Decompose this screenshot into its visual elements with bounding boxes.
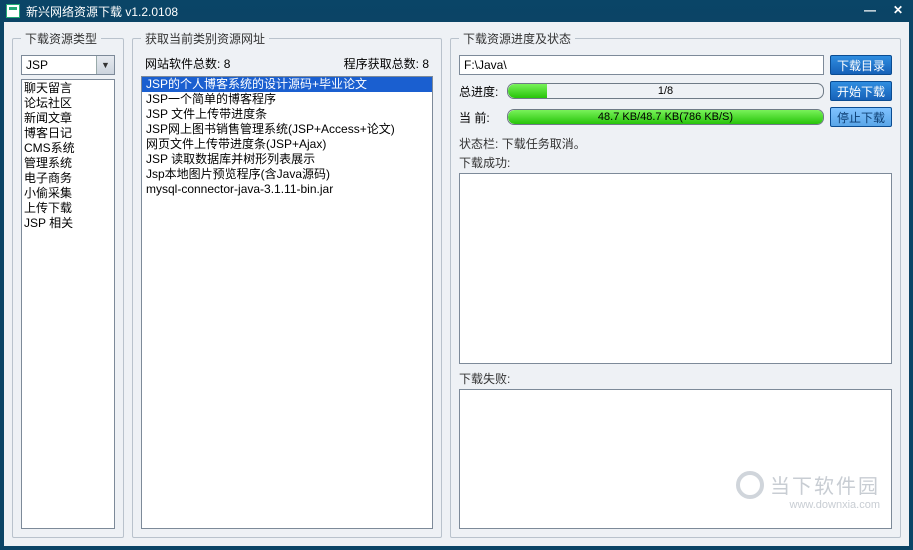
type-select[interactable]: JSP ▼ — [21, 55, 115, 75]
fail-label: 下载失败: — [459, 370, 892, 387]
panel-progress-legend: 下载资源进度及状态 — [459, 30, 575, 47]
total-progress-text: 1/8 — [508, 84, 823, 98]
success-label: 下载成功: — [459, 154, 892, 171]
resource-item[interactable]: JSP一个简单的博客程序 — [142, 92, 432, 107]
list-item[interactable]: 上传下载 — [24, 201, 112, 216]
list-item[interactable]: 新闻文章 — [24, 111, 112, 126]
titlebar: 新兴网络资源下载 v1.2.0108 — ✕ — [0, 0, 913, 22]
list-item[interactable]: 小偷采集 — [24, 186, 112, 201]
browse-button[interactable]: 下载目录 — [830, 55, 892, 75]
path-input[interactable]: F:\Java\ — [459, 55, 824, 75]
resource-item[interactable]: JSP 读取数据库并树形列表展示 — [142, 152, 432, 167]
site-count: 网站软件总数: 8 — [145, 55, 230, 72]
chevron-down-icon[interactable]: ▼ — [96, 56, 114, 74]
resource-item[interactable]: JSP的个人博客系统的设计源码+毕业论文 — [142, 77, 432, 92]
list-item[interactable]: 管理系统 — [24, 156, 112, 171]
status-line: 状态栏: 下载任务取消。 — [459, 133, 892, 154]
stop-button[interactable]: 停止下载 — [830, 107, 892, 127]
resource-list[interactable]: JSP的个人博客系统的设计源码+毕业论文JSP一个简单的博客程序JSP 文件上传… — [141, 76, 433, 529]
list-item[interactable]: 论坛社区 — [24, 96, 112, 111]
client-area: 下载资源类型 JSP ▼ 聊天留言论坛社区新闻文章博客日记CMS系统管理系统电子… — [4, 22, 909, 546]
type-select-value: JSP — [22, 58, 96, 72]
panel-types-legend: 下载资源类型 — [21, 30, 101, 47]
panel-resources: 获取当前类别资源网址 网站软件总数: 8 程序获取总数: 8 JSP的个人博客系… — [132, 30, 442, 538]
current-progress-text: 48.7 KB/48.7 KB(786 KB/S) — [508, 110, 823, 124]
window-title: 新兴网络资源下载 v1.2.0108 — [26, 3, 178, 20]
list-item[interactable]: JSP 相关 — [24, 216, 112, 231]
current-progress-label: 当 前: — [459, 109, 501, 126]
panel-progress: 下载资源进度及状态 F:\Java\ 下载目录 总进度: 1/8 开始下载 当 … — [450, 30, 901, 538]
list-item[interactable]: CMS系统 — [24, 141, 112, 156]
panel-types: 下载资源类型 JSP ▼ 聊天留言论坛社区新闻文章博客日记CMS系统管理系统电子… — [12, 30, 124, 538]
resource-item[interactable]: mysql-connector-java-3.1.11-bin.jar — [142, 182, 432, 197]
app-icon — [6, 4, 20, 18]
minimize-button[interactable]: — — [861, 4, 879, 18]
resource-item[interactable]: 网页文件上传带进度条(JSP+Ajax) — [142, 137, 432, 152]
list-item[interactable]: 聊天留言 — [24, 81, 112, 96]
current-progress-bar: 48.7 KB/48.7 KB(786 KB/S) — [507, 109, 824, 125]
fail-output[interactable] — [459, 389, 892, 529]
resource-item[interactable]: Jsp本地图片预览程序(含Java源码) — [142, 167, 432, 182]
start-button[interactable]: 开始下载 — [830, 81, 892, 101]
success-output[interactable] — [459, 173, 892, 364]
resource-item[interactable]: JSP 文件上传带进度条 — [142, 107, 432, 122]
resource-item[interactable]: JSP网上图书销售管理系统(JSP+Access+论文) — [142, 122, 432, 137]
total-progress-bar: 1/8 — [507, 83, 824, 99]
list-item[interactable]: 博客日记 — [24, 126, 112, 141]
type-list[interactable]: 聊天留言论坛社区新闻文章博客日记CMS系统管理系统电子商务小偷采集上传下载JSP… — [21, 79, 115, 529]
panel-resources-legend: 获取当前类别资源网址 — [141, 30, 269, 47]
list-item[interactable]: 电子商务 — [24, 171, 112, 186]
program-count: 程序获取总数: 8 — [344, 55, 429, 72]
total-progress-label: 总进度: — [459, 83, 501, 100]
close-button[interactable]: ✕ — [889, 4, 907, 18]
path-value: F:\Java\ — [464, 58, 507, 72]
